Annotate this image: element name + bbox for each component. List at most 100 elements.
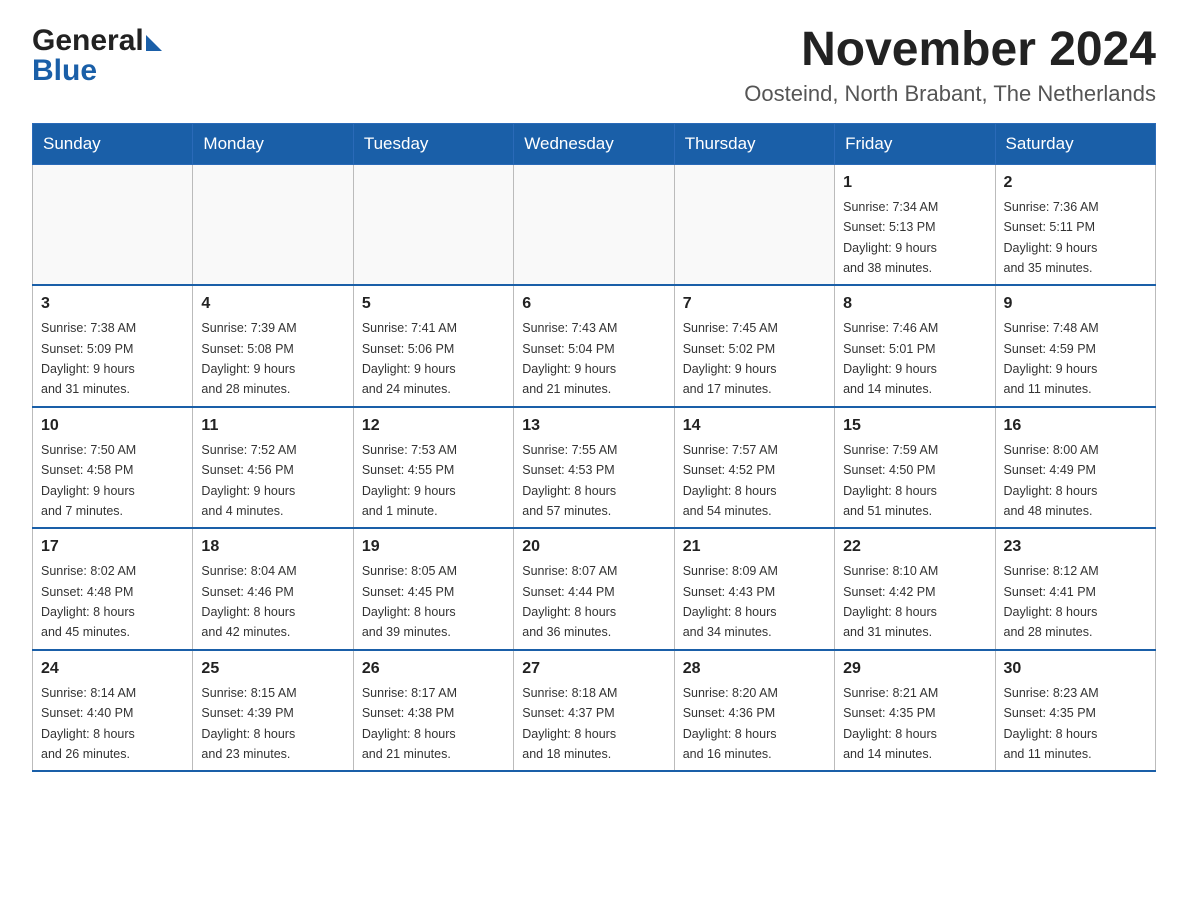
day-info: Sunrise: 8:20 AM Sunset: 4:36 PM Dayligh…: [683, 686, 778, 761]
calendar-cell: [193, 164, 353, 285]
day-info: Sunrise: 7:48 AM Sunset: 4:59 PM Dayligh…: [1004, 321, 1099, 396]
day-number: 1: [843, 171, 986, 195]
calendar-cell: 4 Sunrise: 7:39 AM Sunset: 5:08 PM Daylig…: [193, 285, 353, 407]
calendar-cell: 30 Sunrise: 8:23 AM Sunset: 4:35 PM Dayli…: [995, 650, 1155, 772]
calendar-cell: 1 Sunrise: 7:34 AM Sunset: 5:13 PM Daylig…: [835, 164, 995, 285]
day-number: 8: [843, 292, 986, 316]
day-number: 17: [41, 535, 184, 559]
logo-arrow-icon: [146, 35, 162, 51]
day-number: 18: [201, 535, 344, 559]
day-info: Sunrise: 8:21 AM Sunset: 4:35 PM Dayligh…: [843, 686, 938, 761]
calendar-cell: 28 Sunrise: 8:20 AM Sunset: 4:36 PM Dayli…: [674, 650, 834, 772]
calendar-cell: 18 Sunrise: 8:04 AM Sunset: 4:46 PM Dayli…: [193, 528, 353, 650]
day-number: 13: [522, 414, 665, 438]
calendar-body: 1 Sunrise: 7:34 AM Sunset: 5:13 PM Daylig…: [33, 164, 1156, 771]
day-info: Sunrise: 7:57 AM Sunset: 4:52 PM Dayligh…: [683, 443, 778, 518]
day-info: Sunrise: 7:36 AM Sunset: 5:11 PM Dayligh…: [1004, 200, 1099, 275]
logo-blue: Blue: [32, 54, 97, 88]
day-info: Sunrise: 7:50 AM Sunset: 4:58 PM Dayligh…: [41, 443, 136, 518]
logo: General Blue: [32, 24, 162, 88]
day-number: 3: [41, 292, 184, 316]
day-info: Sunrise: 7:39 AM Sunset: 5:08 PM Dayligh…: [201, 321, 296, 396]
week-row-2: 3 Sunrise: 7:38 AM Sunset: 5:09 PM Daylig…: [33, 285, 1156, 407]
calendar-cell: [353, 164, 513, 285]
day-number: 15: [843, 414, 986, 438]
day-info: Sunrise: 7:38 AM Sunset: 5:09 PM Dayligh…: [41, 321, 136, 396]
week-row-1: 1 Sunrise: 7:34 AM Sunset: 5:13 PM Daylig…: [33, 164, 1156, 285]
calendar-cell: 12 Sunrise: 7:53 AM Sunset: 4:55 PM Dayli…: [353, 407, 513, 529]
day-info: Sunrise: 7:45 AM Sunset: 5:02 PM Dayligh…: [683, 321, 778, 396]
day-number: 22: [843, 535, 986, 559]
day-info: Sunrise: 8:04 AM Sunset: 4:46 PM Dayligh…: [201, 564, 296, 639]
calendar-cell: 17 Sunrise: 8:02 AM Sunset: 4:48 PM Dayli…: [33, 528, 193, 650]
day-info: Sunrise: 7:41 AM Sunset: 5:06 PM Dayligh…: [362, 321, 457, 396]
calendar-cell: 29 Sunrise: 8:21 AM Sunset: 4:35 PM Dayli…: [835, 650, 995, 772]
calendar-table: SundayMondayTuesdayWednesdayThursdayFrid…: [32, 123, 1156, 773]
calendar-cell: 26Sunrise: 8:17 AM Sunset: 4:38 PM Dayli…: [353, 650, 513, 772]
day-info: Sunrise: 8:14 AM Sunset: 4:40 PM Dayligh…: [41, 686, 136, 761]
day-info: Sunrise: 8:00 AM Sunset: 4:49 PM Dayligh…: [1004, 443, 1099, 518]
day-header-friday: Friday: [835, 123, 995, 164]
day-info: Sunrise: 7:52 AM Sunset: 4:56 PM Dayligh…: [201, 443, 296, 518]
calendar-cell: 15 Sunrise: 7:59 AM Sunset: 4:50 PM Dayli…: [835, 407, 995, 529]
title-area: November 2024 Oosteind, North Brabant, T…: [744, 24, 1156, 107]
week-row-3: 10 Sunrise: 7:50 AM Sunset: 4:58 PM Dayli…: [33, 407, 1156, 529]
calendar-cell: 21Sunrise: 8:09 AM Sunset: 4:43 PM Dayli…: [674, 528, 834, 650]
day-header-saturday: Saturday: [995, 123, 1155, 164]
day-info: Sunrise: 8:02 AM Sunset: 4:48 PM Dayligh…: [41, 564, 136, 639]
week-row-4: 17 Sunrise: 8:02 AM Sunset: 4:48 PM Dayli…: [33, 528, 1156, 650]
day-number: 11: [201, 414, 344, 438]
day-header-sunday: Sunday: [33, 123, 193, 164]
day-number: 25: [201, 657, 344, 681]
calendar-cell: 20Sunrise: 8:07 AM Sunset: 4:44 PM Dayli…: [514, 528, 674, 650]
day-number: 7: [683, 292, 826, 316]
day-number: 12: [362, 414, 505, 438]
calendar-cell: 13 Sunrise: 7:55 AM Sunset: 4:53 PM Dayli…: [514, 407, 674, 529]
day-header-monday: Monday: [193, 123, 353, 164]
day-info: Sunrise: 7:55 AM Sunset: 4:53 PM Dayligh…: [522, 443, 617, 518]
calendar-cell: 2 Sunrise: 7:36 AM Sunset: 5:11 PM Daylig…: [995, 164, 1155, 285]
location-subtitle: Oosteind, North Brabant, The Netherlands: [744, 81, 1156, 107]
calendar-cell: 8Sunrise: 7:46 AM Sunset: 5:01 PM Daylig…: [835, 285, 995, 407]
day-info: Sunrise: 8:23 AM Sunset: 4:35 PM Dayligh…: [1004, 686, 1099, 761]
day-info: Sunrise: 8:10 AM Sunset: 4:42 PM Dayligh…: [843, 564, 938, 639]
calendar-cell: 3 Sunrise: 7:38 AM Sunset: 5:09 PM Daylig…: [33, 285, 193, 407]
calendar-cell: 24 Sunrise: 8:14 AM Sunset: 4:40 PM Dayli…: [33, 650, 193, 772]
day-info: Sunrise: 8:09 AM Sunset: 4:43 PM Dayligh…: [683, 564, 778, 639]
day-number: 14: [683, 414, 826, 438]
calendar-cell: 7 Sunrise: 7:45 AM Sunset: 5:02 PM Daylig…: [674, 285, 834, 407]
calendar-cell: [33, 164, 193, 285]
day-info: Sunrise: 8:18 AM Sunset: 4:37 PM Dayligh…: [522, 686, 617, 761]
day-info: Sunrise: 8:15 AM Sunset: 4:39 PM Dayligh…: [201, 686, 296, 761]
calendar-cell: 9 Sunrise: 7:48 AM Sunset: 4:59 PM Daylig…: [995, 285, 1155, 407]
day-info: Sunrise: 8:12 AM Sunset: 4:41 PM Dayligh…: [1004, 564, 1099, 639]
calendar-cell: 11 Sunrise: 7:52 AM Sunset: 4:56 PM Dayli…: [193, 407, 353, 529]
calendar-cell: 22 Sunrise: 8:10 AM Sunset: 4:42 PM Dayli…: [835, 528, 995, 650]
calendar-cell: [514, 164, 674, 285]
day-number: 19: [362, 535, 505, 559]
day-number: 26: [362, 657, 505, 681]
day-number: 4: [201, 292, 344, 316]
calendar-cell: 14 Sunrise: 7:57 AM Sunset: 4:52 PM Dayli…: [674, 407, 834, 529]
day-number: 20: [522, 535, 665, 559]
day-info: Sunrise: 7:59 AM Sunset: 4:50 PM Dayligh…: [843, 443, 938, 518]
day-number: 5: [362, 292, 505, 316]
day-header-tuesday: Tuesday: [353, 123, 513, 164]
day-number: 28: [683, 657, 826, 681]
calendar-cell: 10 Sunrise: 7:50 AM Sunset: 4:58 PM Dayli…: [33, 407, 193, 529]
calendar-cell: 23Sunrise: 8:12 AM Sunset: 4:41 PM Dayli…: [995, 528, 1155, 650]
days-of-week-row: SundayMondayTuesdayWednesdayThursdayFrid…: [33, 123, 1156, 164]
day-info: Sunrise: 7:34 AM Sunset: 5:13 PM Dayligh…: [843, 200, 938, 275]
day-number: 2: [1004, 171, 1147, 195]
day-number: 9: [1004, 292, 1147, 316]
day-number: 10: [41, 414, 184, 438]
day-info: Sunrise: 7:53 AM Sunset: 4:55 PM Dayligh…: [362, 443, 457, 518]
logo-general: General: [32, 24, 144, 58]
day-number: 29: [843, 657, 986, 681]
day-number: 30: [1004, 657, 1147, 681]
day-info: Sunrise: 7:43 AM Sunset: 5:04 PM Dayligh…: [522, 321, 617, 396]
calendar-cell: 6Sunrise: 7:43 AM Sunset: 5:04 PM Daylig…: [514, 285, 674, 407]
day-header-wednesday: Wednesday: [514, 123, 674, 164]
day-number: 27: [522, 657, 665, 681]
day-number: 24: [41, 657, 184, 681]
